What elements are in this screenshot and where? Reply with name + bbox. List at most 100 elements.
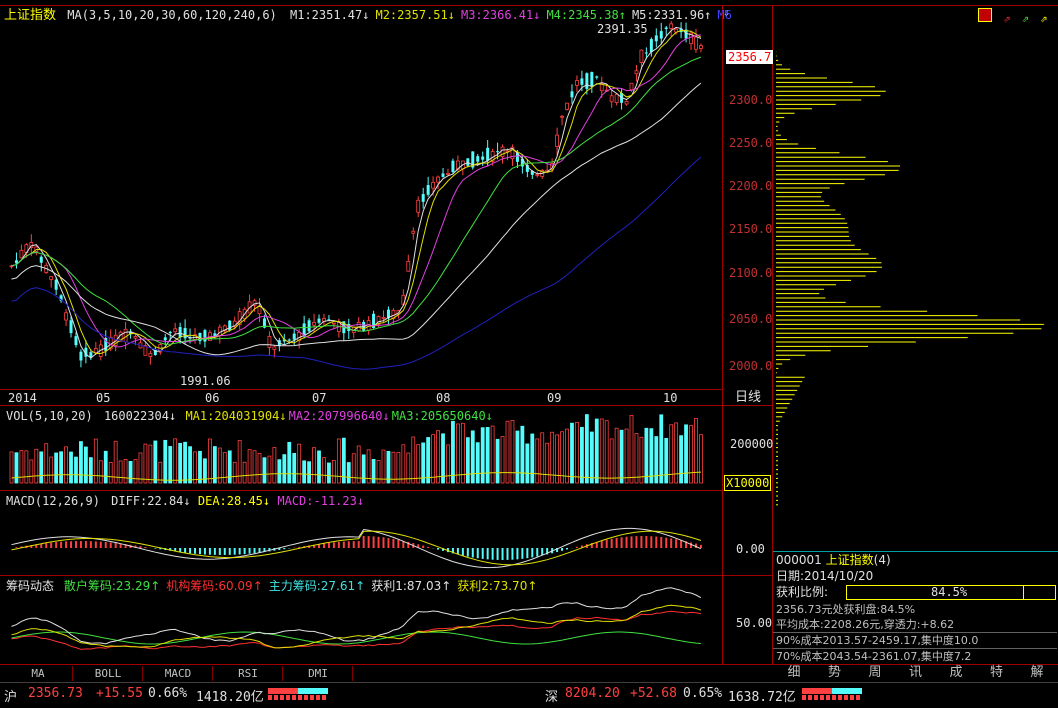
volume-bar	[64, 446, 68, 484]
volume-bar	[649, 428, 654, 484]
indicator-tab-dmi[interactable]: DMI	[284, 666, 353, 681]
volume-bar	[510, 419, 515, 484]
candle-body	[614, 93, 619, 104]
volume-bar	[485, 426, 490, 484]
candle-body	[317, 318, 321, 323]
macd-dea: DEA:28.45	[197, 494, 263, 508]
volume-bar	[54, 452, 59, 484]
toolbar-icons: ⇗ ⇗ ⇗	[978, 8, 1047, 25]
volume-bar	[148, 444, 153, 484]
status-bar: 沪 2356.73 +15.55 0.66% 1418.20亿 深 8204.2…	[0, 682, 1058, 708]
right-tab-5[interactable]: 成	[936, 665, 976, 681]
chip-label: 筹码动态	[6, 579, 55, 593]
volume-bar	[684, 424, 688, 484]
right-tab-3[interactable]: 周	[855, 665, 895, 681]
volume-bar	[178, 442, 183, 484]
candle-body	[421, 194, 425, 202]
volume-bar	[381, 449, 386, 484]
profit-ratio-row: 获利比例:	[776, 585, 828, 600]
volume-bar	[282, 454, 287, 484]
candle-body	[148, 353, 153, 357]
info-line-2: 平均成本:2208.26元,穿透力:+8.62	[776, 618, 955, 631]
volume-bar	[386, 450, 391, 484]
candle-body	[272, 346, 277, 350]
right-tab-2[interactable]: 势	[815, 665, 855, 681]
macd-diff: DIFF:22.84	[111, 494, 184, 508]
right-tab-7[interactable]: 解	[1017, 665, 1057, 681]
volume-bar	[416, 444, 421, 484]
volume-bar	[188, 446, 192, 484]
volume-bar	[212, 446, 217, 484]
ma-value-2: M2:2357.51↓	[375, 8, 455, 22]
macd-value: MACD:-11.23	[277, 494, 357, 508]
tool-icon-1[interactable]	[978, 8, 992, 22]
sz-breadth-bar	[802, 688, 862, 700]
volume-bar	[441, 433, 445, 484]
volume-bar	[426, 437, 431, 484]
tool-icon-4[interactable]: ⇗	[1040, 11, 1047, 25]
sh-change: +15.55	[96, 686, 143, 701]
candle-body	[69, 320, 73, 334]
volume-ma-values: MA1:204031904↓ MA2:207996640↓ MA3:20565064…	[183, 409, 492, 423]
chart-title: 上证指数	[4, 8, 57, 23]
profit-ratio-bar: 84.5%	[846, 585, 1056, 600]
right-tab-1[interactable]: 细	[774, 665, 814, 681]
low-price-label: 1991.06	[180, 374, 231, 388]
volume-bar	[584, 414, 589, 484]
scroll-down-icon[interactable]: ⇩	[723, 6, 730, 19]
volume-bar	[69, 451, 73, 484]
volume-bar	[545, 442, 550, 484]
candle-body	[609, 95, 614, 103]
volume-bar	[29, 459, 34, 484]
volume-bar	[500, 436, 505, 484]
right-tab-4[interactable]: 讯	[896, 665, 936, 681]
indicator-tab-macd[interactable]: MACD	[144, 666, 213, 681]
kline-chart-canvas[interactable]	[0, 0, 1058, 707]
candle-body	[699, 45, 703, 49]
indicator-tab-ma[interactable]: MA	[4, 666, 73, 681]
volume-bar	[480, 427, 485, 484]
indicator-tab-boll[interactable]: BOLL	[74, 666, 143, 681]
date-axis-label: 05	[96, 391, 111, 405]
candle-body	[649, 39, 653, 53]
sh-pct: 0.66%	[148, 686, 188, 701]
candle-body	[599, 83, 604, 92]
volume-bar	[49, 456, 54, 484]
volume-bar	[302, 460, 307, 484]
candle-body	[441, 173, 445, 177]
period-label[interactable]: 日线	[735, 391, 761, 405]
tool-icon-2[interactable]: ⇗	[1003, 11, 1010, 25]
volume-bar	[575, 421, 579, 484]
macd-value-arrow: ↓	[356, 494, 365, 508]
volume-bar	[227, 450, 232, 484]
right-tab-6[interactable]: 特	[977, 665, 1017, 681]
volume-bar	[331, 460, 336, 484]
current-price-tag: 2356.7	[726, 50, 774, 64]
volume-bar	[401, 444, 406, 484]
candle-body	[654, 35, 658, 42]
candle-body	[39, 256, 43, 263]
candle-body	[173, 328, 178, 333]
volume-bar	[307, 461, 312, 484]
candle-body	[486, 147, 490, 161]
volume-y-label: 200000	[730, 437, 774, 451]
indicator-tab-rsi[interactable]: RSI	[214, 666, 283, 681]
volume-bar	[123, 458, 128, 484]
ma-value-3: M3:2366.41↓	[460, 8, 541, 22]
chip-y-label: 50.00	[736, 616, 773, 630]
info-title: 000001 上证指数(4)	[776, 553, 891, 568]
tool-icon-3[interactable]: ⇗	[1022, 11, 1029, 25]
chip-inst-line	[11, 610, 702, 650]
volume-bar	[570, 422, 574, 484]
candle-body	[123, 328, 128, 343]
date-axis-label: 06	[205, 391, 220, 405]
date-axis-label: 09	[547, 391, 562, 405]
candle-body	[595, 76, 599, 78]
candle-body	[302, 323, 306, 335]
info-line-1: 2356.73元处获利盘:84.5%	[776, 603, 916, 616]
candle-body	[163, 337, 167, 341]
sz-change: +52.68	[630, 686, 677, 701]
volume-bar	[193, 451, 197, 484]
volume-bar	[98, 460, 103, 484]
candle-body	[476, 156, 480, 162]
